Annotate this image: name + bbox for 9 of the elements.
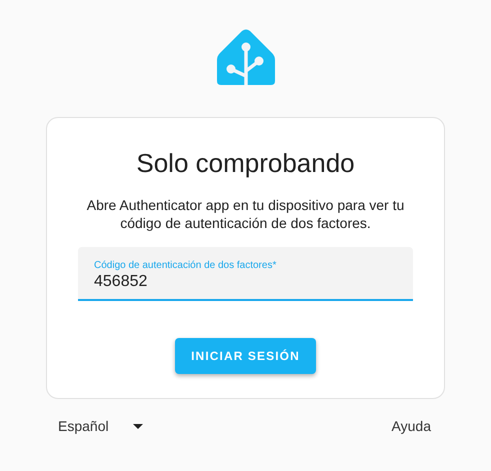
help-link[interactable]: Ayuda	[392, 418, 431, 434]
instruction-text: Abre Authenticator app en tu dispositivo para ver tu código de autenticación de dos factores.	[86, 196, 406, 232]
field-label: Código de autenticación de dos factores*	[94, 260, 278, 271]
home-logo-icon	[216, 29, 274, 85]
dropdown-caret-icon	[132, 424, 143, 428]
page-title: Solo comprobando	[136, 148, 355, 179]
code-input-field[interactable]: 456852	[94, 271, 397, 291]
code-field[interactable]: Código de autenticación de dos factores* 456852	[78, 247, 413, 301]
language-dropdown[interactable]: Español	[58, 418, 143, 434]
